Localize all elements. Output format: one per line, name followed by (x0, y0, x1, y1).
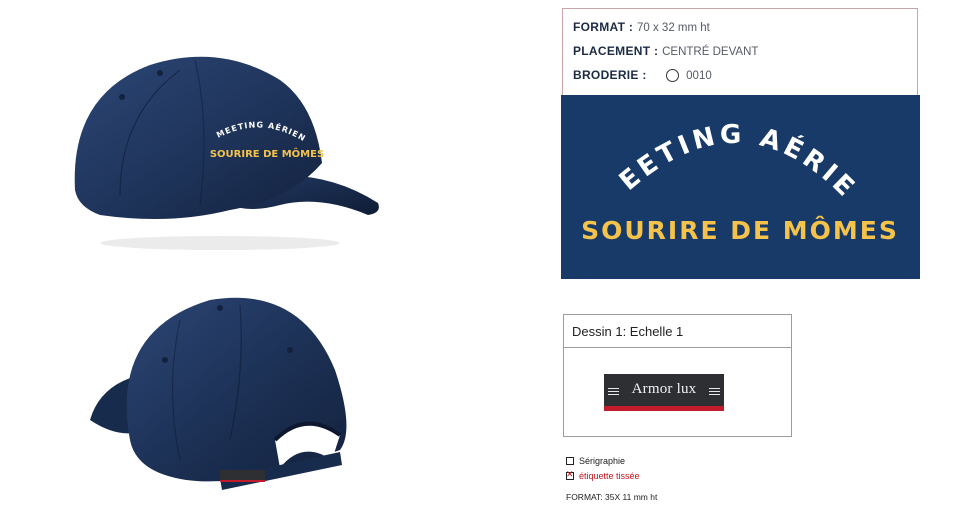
option-etiquette-tissee: étiquette tissée (566, 469, 640, 481)
embroidery-main-text: SOURIRE DE MÔMES (581, 215, 899, 245)
embroidery-row: BRODERIE : 0010 (573, 68, 712, 82)
placement-value: CENTRÉ DEVANT (662, 46, 759, 58)
drawing-box: Dessin 1: Echelle 1 Armor lux (563, 314, 792, 437)
placement-row: PLACEMENT : CENTRÉ DEVANT (573, 44, 758, 58)
embroidery-color-radio-icon[interactable] (666, 69, 680, 82)
etiquette-tissee-label: étiquette tissée (579, 471, 640, 481)
serigraphie-label: Sérigraphie (579, 456, 626, 466)
cap-front-image: MEETING AÉRIEN SOURIRE DE MÔMES (74, 56, 379, 250)
spec-box: FORMAT : 70 x 32 mm ht PLACEMENT : CENTR… (562, 8, 918, 96)
cap-back-woven-label (220, 470, 265, 482)
drawing-title: Dessin 1: Echelle 1 (564, 315, 791, 348)
etiquette-tissee-checkbox[interactable] (566, 469, 574, 480)
brand-name: Armor lux (631, 381, 697, 397)
embroidery-value: 0010 (686, 70, 712, 82)
option-serigraphie: Sérigraphie (566, 456, 625, 466)
label-lines-icon (709, 388, 720, 397)
woven-label-preview: Armor lux (604, 374, 724, 411)
format-label: FORMAT : (573, 20, 634, 34)
placement-label: PLACEMENT : (573, 44, 659, 58)
cap-back-image (90, 297, 347, 490)
cap-front-main-text: SOURIRE DE MÔMES (210, 147, 324, 160)
embroidery-design-panel: MEETING AÉRIEN SOURIRE DE MÔMES (561, 95, 920, 279)
format-value: 70 x 32 mm ht (637, 22, 710, 34)
format-row: FORMAT : 70 x 32 mm ht (573, 20, 710, 34)
serigraphie-checkbox[interactable] (566, 457, 574, 465)
label-format-text: FORMAT: 35X 11 mm ht (566, 492, 658, 502)
embroidery-label: BRODERIE : (573, 68, 647, 82)
label-red-stripe (604, 406, 724, 411)
